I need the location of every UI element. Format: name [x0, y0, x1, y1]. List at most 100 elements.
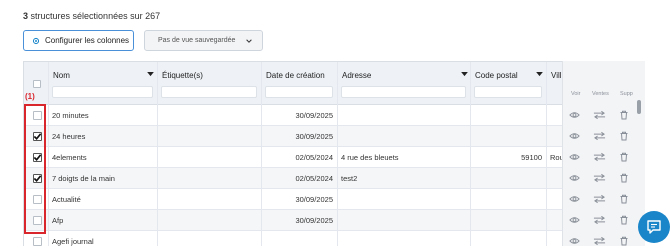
cell-name: Agefi journal [52, 237, 94, 246]
table-row[interactable]: Afp 30/09/2025 [24, 210, 644, 231]
cell-created [265, 231, 333, 246]
table-row[interactable]: Actualité 30/09/2025 [24, 189, 644, 210]
actions-header-sales: Ventes [592, 91, 609, 97]
cell-postal [474, 231, 542, 246]
transfer-icon[interactable] [593, 194, 606, 204]
column-name-label: Nom [53, 71, 70, 80]
configure-columns-label: Configurer les colonnes [45, 36, 130, 45]
cell-postal [474, 189, 542, 210]
saved-view-select[interactable]: Pas de vue sauvegardée [144, 30, 263, 51]
cell-created: 30/09/2025 [295, 111, 333, 120]
cell-address [341, 105, 466, 126]
cell-name: 4elements [52, 153, 87, 162]
cell-name: 24 heures [52, 132, 86, 141]
cell-created: 30/09/2025 [295, 195, 333, 204]
cell-postal [474, 210, 542, 231]
vertical-scrollbar[interactable] [637, 100, 641, 114]
selection-summary-text: structures sélectionnées sur 267 [30, 11, 161, 21]
cell-address [341, 189, 466, 210]
cell-address: 4 rue des bleuets [341, 153, 399, 162]
cell-label [161, 105, 257, 126]
cell-name: Afp [52, 216, 64, 225]
callout-label: (1) [25, 92, 35, 101]
filter-name-input[interactable] [52, 86, 153, 98]
transfer-icon[interactable] [593, 173, 606, 183]
trash-icon[interactable] [619, 131, 630, 141]
eye-icon[interactable] [569, 215, 580, 225]
row-actions-panel: Voir Ventes Supp [562, 61, 645, 246]
trash-icon[interactable] [619, 152, 630, 162]
table-row[interactable]: 24 heures 30/09/2025 [24, 126, 644, 147]
cell-name: 20 minutes [52, 111, 89, 120]
gear-icon [32, 37, 40, 44]
cell-label [161, 210, 257, 231]
column-city-label: Vill [551, 71, 562, 80]
table-row[interactable]: 7 doigts de la main 02/05/2024 test2 [24, 168, 644, 189]
column-postal: Code postal [470, 62, 546, 104]
cell-address [341, 210, 466, 231]
cell-label [161, 168, 257, 189]
table-row[interactable]: 4elements 02/05/2024 4 rue des bleuets 5910… [24, 147, 644, 168]
eye-icon[interactable] [569, 152, 580, 162]
cell-name: Actualité [52, 195, 81, 204]
cell-postal [474, 126, 542, 147]
column-created-label: Date de création [266, 71, 325, 80]
selection-summary: 3 structures sélectionnées sur 267 [23, 11, 160, 21]
chat-button[interactable] [638, 211, 670, 243]
select-all-checkbox[interactable] [33, 80, 41, 88]
column-address-label: Adresse [342, 71, 372, 80]
filter-postal-input[interactable] [474, 86, 542, 98]
saved-view-value: Pas de vue sauvegardée [158, 37, 236, 44]
column-label-label: Étiquette(s) [162, 71, 203, 80]
checkbox-callout-box [24, 104, 46, 234]
eye-icon[interactable] [569, 131, 580, 141]
eye-icon[interactable] [569, 236, 580, 246]
cell-label [161, 147, 257, 168]
filter-created-input[interactable] [265, 86, 333, 98]
table-row[interactable]: Agefi journal [24, 231, 644, 246]
transfer-icon[interactable] [593, 236, 606, 246]
cell-address: test2 [341, 174, 358, 183]
cell-label [161, 231, 257, 246]
table-header: Nom Étiquette(s) Date de création Adress… [24, 62, 644, 105]
table-row[interactable]: 20 minutes 30/09/2025 [24, 105, 644, 126]
transfer-icon[interactable] [593, 110, 606, 120]
filter-address-input[interactable] [341, 86, 466, 98]
trash-icon[interactable] [619, 215, 630, 225]
eye-icon[interactable] [569, 194, 580, 204]
structures-table: Nom Étiquette(s) Date de création Adress… [23, 61, 645, 246]
cell-name: 7 doigts de la main [52, 174, 115, 183]
cell-created: 02/05/2024 [295, 153, 333, 162]
cell-postal [474, 168, 542, 189]
sort-icon[interactable] [147, 72, 154, 77]
cell-address [341, 126, 466, 147]
filter-label-input[interactable] [161, 86, 257, 98]
column-address: Adresse [337, 62, 470, 104]
cell-postal [474, 105, 542, 126]
eye-icon[interactable] [569, 110, 580, 120]
chat-icon [647, 220, 661, 234]
trash-icon[interactable] [619, 173, 630, 183]
trash-icon[interactable] [619, 236, 630, 246]
actions-header-view: Voir [571, 91, 581, 97]
trash-icon[interactable] [619, 110, 630, 120]
chevron-down-icon [246, 39, 252, 43]
actions-header-delete: Supp [620, 91, 633, 97]
sort-icon[interactable] [461, 72, 468, 77]
row-checkbox[interactable] [33, 237, 42, 246]
transfer-icon[interactable] [593, 215, 606, 225]
transfer-icon[interactable] [593, 152, 606, 162]
cell-created: 30/09/2025 [295, 216, 333, 225]
configure-columns-button[interactable]: Configurer les colonnes [23, 30, 134, 51]
sort-icon[interactable] [536, 72, 543, 77]
trash-icon[interactable] [619, 194, 630, 204]
cell-address [341, 231, 466, 246]
cell-created: 02/05/2024 [295, 174, 333, 183]
transfer-icon[interactable] [593, 131, 606, 141]
eye-icon[interactable] [569, 173, 580, 183]
selection-count: 3 [23, 11, 29, 21]
column-label: Étiquette(s) [157, 62, 261, 104]
column-created: Date de création [261, 62, 337, 104]
column-postal-label: Code postal [475, 71, 518, 80]
cell-postal: 59100 [521, 153, 542, 162]
